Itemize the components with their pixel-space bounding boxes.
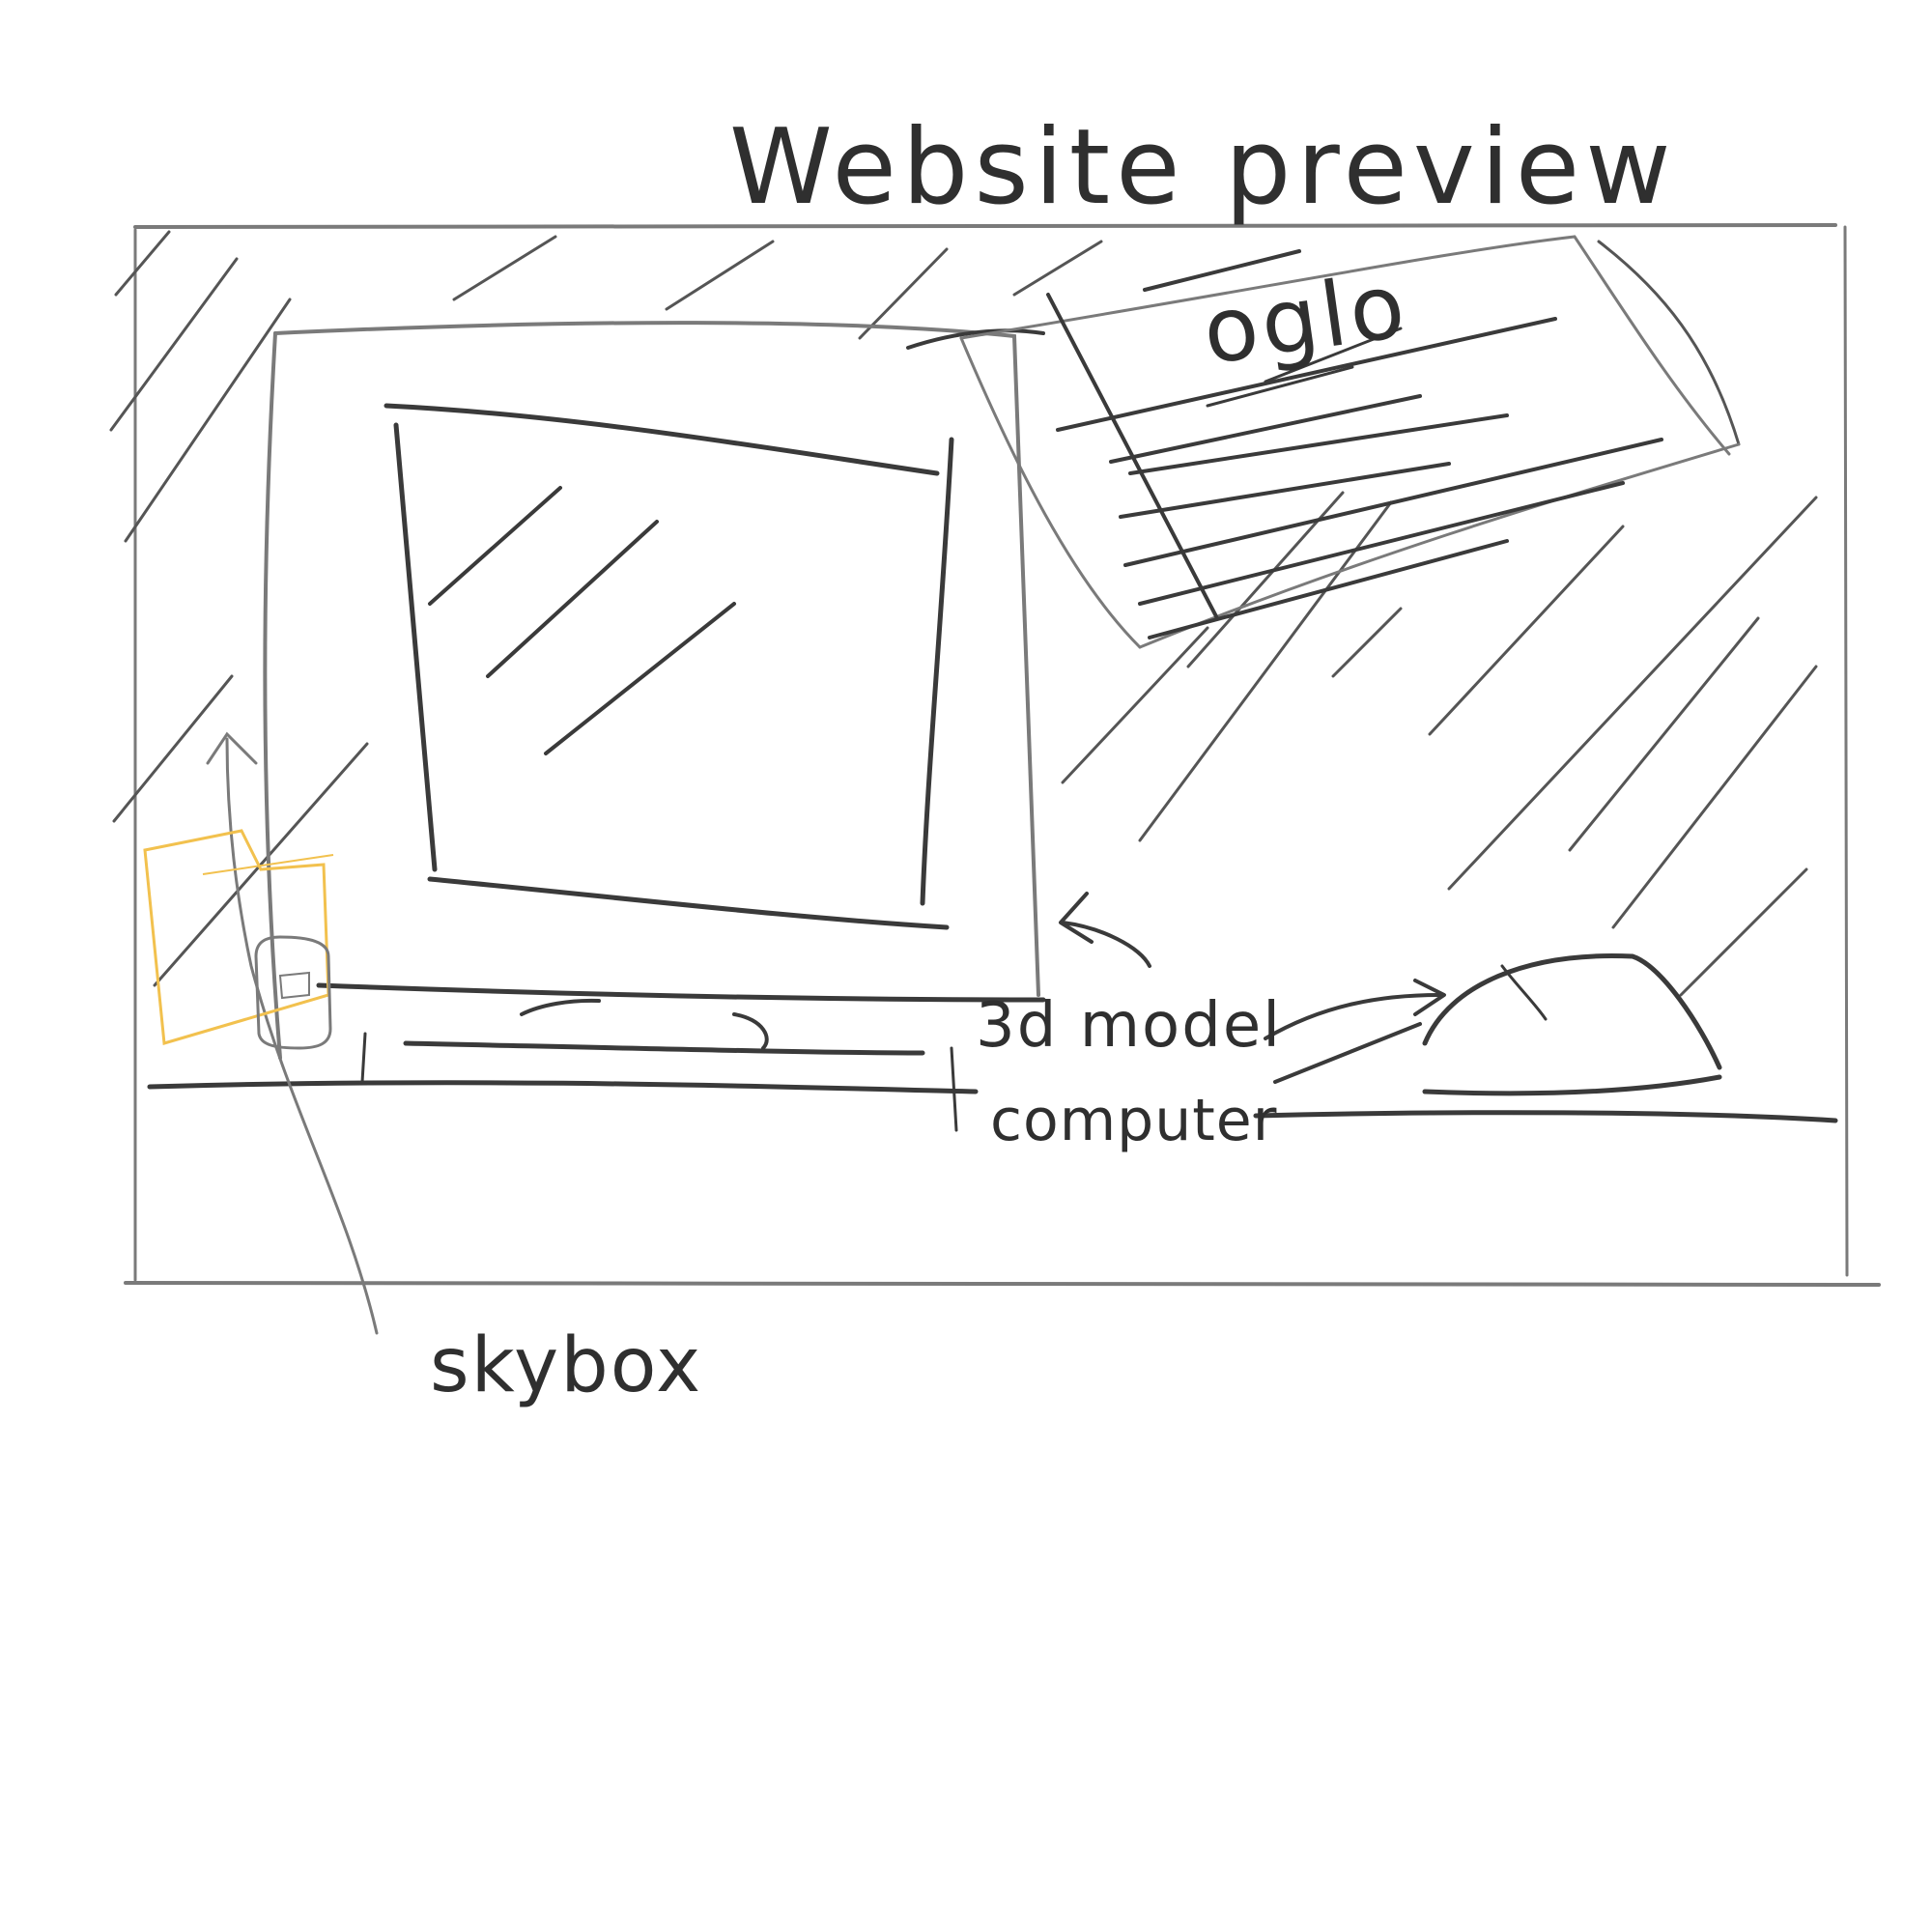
skybox-label: skybox	[430, 1322, 703, 1409]
computer-monitor-sketch	[263, 321, 1046, 1132]
folder-icon	[143, 829, 334, 1050]
sketch-canvas: Website preview oglo 3d model computer s…	[0, 0, 1932, 1932]
sketch-drawing	[109, 223, 1881, 1335]
sketch-title: Website preview	[729, 107, 1677, 228]
computer-mouse-sketch	[1422, 953, 1722, 1096]
model-label-line1: 3d model	[976, 990, 1282, 1062]
model-label-line2: computer	[990, 1087, 1278, 1154]
sign-logo-text: oglo	[1196, 253, 1415, 385]
